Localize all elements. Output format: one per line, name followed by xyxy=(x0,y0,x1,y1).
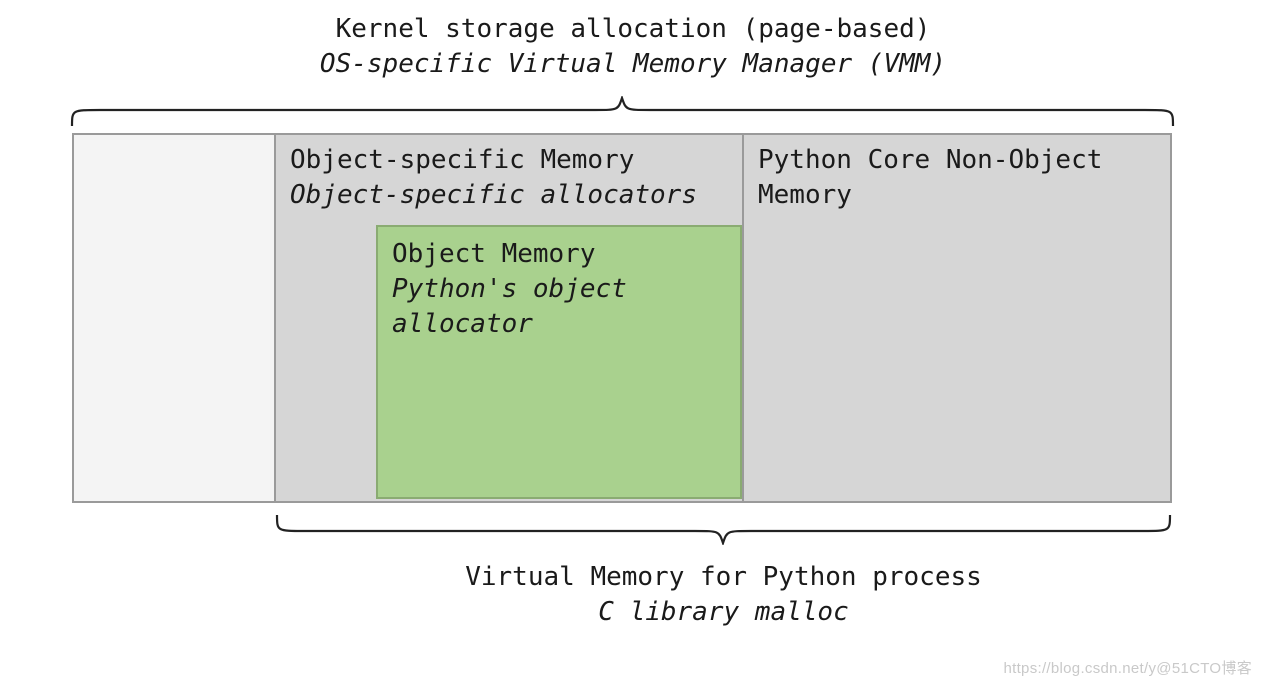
object-specific-memory-line2: Object-specific allocators xyxy=(290,178,732,213)
object-memory-line2: Python's object xyxy=(392,272,730,307)
python-core-memory-block: Python Core Non-Object Memory xyxy=(744,135,1170,501)
object-specific-memory-line1: Object-specific Memory xyxy=(290,143,732,178)
object-specific-memory-label: Object-specific Memory Object-specific a… xyxy=(290,143,732,213)
object-memory-line3: allocator xyxy=(392,307,730,342)
object-memory-line1: Object Memory xyxy=(392,237,730,272)
top-caption-line1: Kernel storage allocation (page-based) xyxy=(0,12,1266,47)
bottom-brace xyxy=(275,513,1172,545)
top-caption: Kernel storage allocation (page-based) O… xyxy=(0,12,1266,82)
top-caption-line2: OS-specific Virtual Memory Manager (VMM) xyxy=(0,47,1266,82)
bottom-caption: Virtual Memory for Python process C libr… xyxy=(275,560,1172,630)
watermark: https://blog.csdn.net/y@51CTO博客 xyxy=(1003,657,1252,678)
python-core-memory-line1: Python Core Non-Object xyxy=(758,143,1160,178)
object-specific-memory-block: Object-specific Memory Object-specific a… xyxy=(274,135,744,501)
top-brace xyxy=(70,96,1175,128)
object-memory-block: Object Memory Python's object allocator xyxy=(376,225,742,499)
object-memory-label: Object Memory Python's object allocator xyxy=(392,237,730,342)
python-core-memory-line2: Memory xyxy=(758,178,1160,213)
empty-left-column xyxy=(74,135,274,501)
bottom-caption-line2: C library malloc xyxy=(275,595,1172,630)
diagram-container: Kernel storage allocation (page-based) O… xyxy=(0,0,1266,688)
python-core-memory-label: Python Core Non-Object Memory xyxy=(758,143,1160,213)
bottom-caption-line1: Virtual Memory for Python process xyxy=(275,560,1172,595)
kernel-storage-block: Object-specific Memory Object-specific a… xyxy=(72,133,1172,503)
